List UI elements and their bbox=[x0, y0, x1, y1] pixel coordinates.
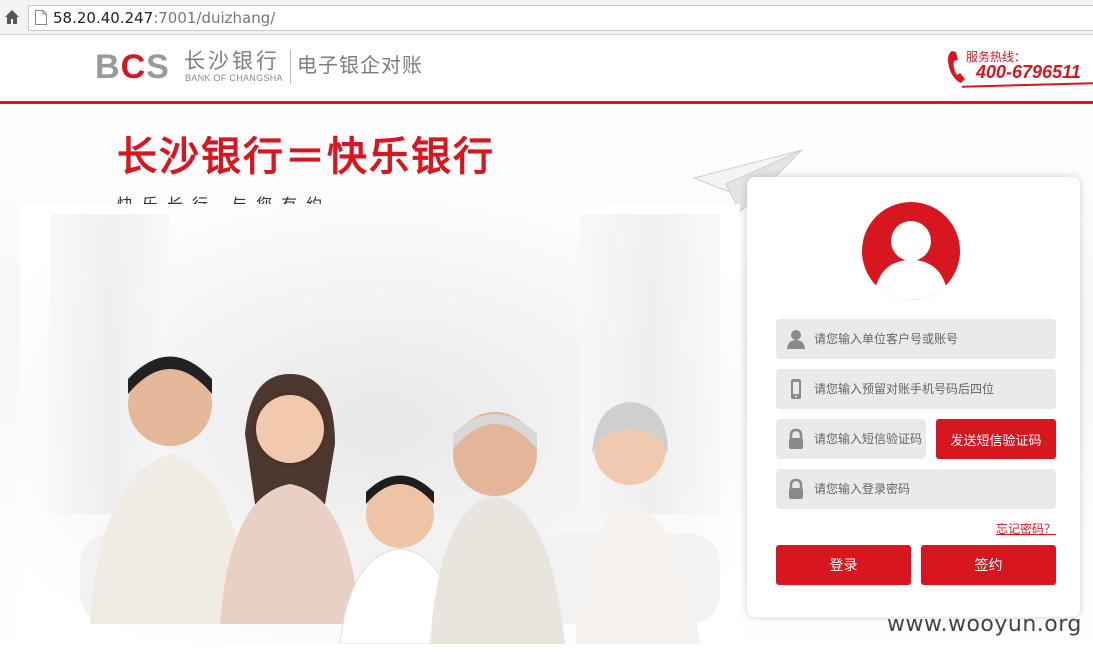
url-text: 58.20.40.247:7001/duizhang/ bbox=[53, 9, 276, 27]
family-photo bbox=[20, 204, 740, 644]
bank-name-en: BANK OF CHANGSHA bbox=[185, 73, 283, 83]
mobile-icon bbox=[791, 379, 801, 399]
header-divider bbox=[290, 50, 291, 84]
send-sms-button[interactable]: 发送短信验证码 bbox=[936, 419, 1056, 459]
lock-icon bbox=[789, 478, 803, 499]
page-icon bbox=[35, 10, 47, 25]
home-icon[interactable] bbox=[4, 9, 20, 25]
slogan: 长沙银行＝快乐银行 bbox=[117, 134, 495, 180]
sign-button[interactable]: 签约 bbox=[921, 545, 1056, 585]
hotline-number: 400-6796511 bbox=[976, 62, 1081, 82]
system-name: 电子银企对账 bbox=[297, 53, 423, 77]
phone-field[interactable] bbox=[776, 369, 1056, 409]
forgot-password-link[interactable]: 忘记密码？ bbox=[996, 520, 1056, 537]
password-field[interactable] bbox=[776, 469, 1056, 509]
browser-address-bar: 58.20.40.247:7001/duizhang/ bbox=[0, 0, 1093, 35]
url-field[interactable]: 58.20.40.247:7001/duizhang/ bbox=[28, 5, 1093, 31]
watermark: www.wooyun.org bbox=[887, 612, 1082, 637]
login-button[interactable]: 登录 bbox=[776, 545, 911, 585]
account-field[interactable] bbox=[776, 319, 1056, 359]
bank-name-cn: 长沙银行 bbox=[184, 49, 280, 73]
hotline-underline bbox=[961, 82, 1093, 88]
person-icon bbox=[787, 330, 805, 349]
sms-code-field[interactable] bbox=[776, 419, 926, 459]
account-input[interactable] bbox=[814, 319, 1049, 359]
user-avatar-icon bbox=[862, 202, 960, 300]
bcs-logo[interactable]: BCS bbox=[95, 49, 170, 85]
lock-icon bbox=[789, 428, 803, 449]
site-header: BCS 长沙银行 BANK OF CHANGSHA 电子银企对账 服务热线： 4… bbox=[0, 35, 1093, 104]
password-input[interactable] bbox=[814, 469, 1049, 509]
phone-input[interactable] bbox=[814, 369, 1049, 409]
login-panel: 发送短信验证码 忘记密码？ 登录 签约 bbox=[747, 177, 1080, 617]
sms-code-input[interactable] bbox=[814, 419, 924, 459]
